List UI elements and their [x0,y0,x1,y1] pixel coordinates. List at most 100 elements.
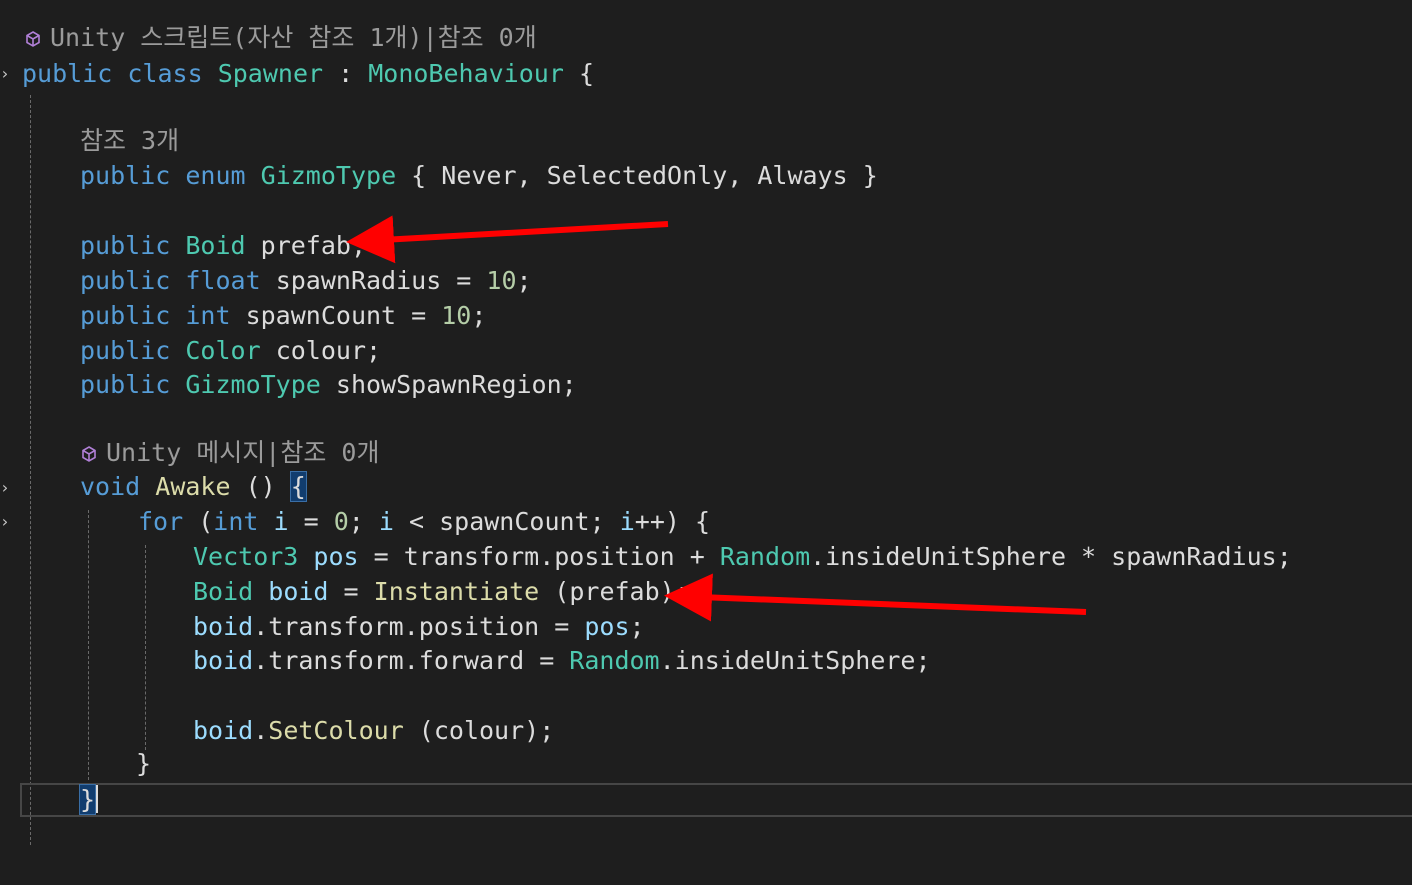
token-variable: boid [193,716,254,745]
token-variable: i [378,507,394,536]
token-variable: pos [313,542,359,571]
token-type: GizmoType [185,370,321,399]
token-plain: = transform.position + [358,542,720,571]
token-keyword: public [80,231,171,260]
token-keyword: public [80,370,171,399]
code-line-field-radius: public float spawnRadius = 10; [0,264,1412,298]
token-number: 10 [486,266,517,295]
token-plain: ++) { [634,507,711,536]
token-plain: .transform.position = [253,612,585,641]
token-plain: (colour); [403,716,555,745]
code-line-awake-decl: void Awake () { [0,470,1412,504]
token-plain: = [288,507,334,536]
token-keyword: for [138,507,184,536]
token-class-name: Spawner [217,59,324,88]
code-lens-class-text: Unity 스크립트(자산 참조 1개)|참조 0개 [50,23,537,52]
token-method: SetColour [268,716,404,745]
token-plain: spawnRadius = [260,266,487,295]
token-type: Color [185,336,261,365]
token-plain: .transform.forward = [253,646,570,675]
token-keyword: int [185,301,231,330]
token-method: Awake [155,472,231,501]
token-plain: = [328,577,374,606]
token-variable: i [619,507,635,536]
token-keyword: public [80,336,171,365]
unity-cube-icon [24,23,42,57]
code-line-close-awake: } [0,783,1412,817]
code-line-instantiate: Boid boid = Instantiate (prefab); [0,575,1412,609]
token-plain: : [323,59,369,88]
code-lens-enum-row: 참조 3개 [0,124,1412,158]
token-keyword: class [127,59,203,88]
token-type: Boid [193,577,254,606]
token-type: Random [569,646,660,675]
code-line-class-decl: public class Spawner : MonoBehaviour { [0,57,1412,91]
token-plain: < spawnCount; [393,507,620,536]
code-editor[interactable]: › › › Unity 스크립트(자산 참조 1개)|참조 0개 public … [0,0,1412,845]
token-type: Vector3 [193,542,299,571]
code-lens-class-row: Unity 스크립트(자산 참조 1개)|참조 0개 [0,21,1412,55]
token-keyword: public [80,301,171,330]
token-plain: colour; [260,336,382,365]
token-type: GizmoType [260,161,397,190]
unity-cube-icon [80,438,98,472]
token-variable: boid [193,612,254,641]
token-variable: i [273,507,289,536]
code-lens-awake[interactable]: Unity 메시지|참조 0개 [80,436,379,472]
code-line-pos: Vector3 pos = transform.position + Rando… [0,540,1412,574]
token-plain: () [230,472,291,501]
code-line-field-gizmo: public GizmoType showSpawnRegion; [0,368,1412,402]
token-plain: showSpawnRegion; [320,370,577,399]
token-type: Random [719,542,811,571]
token-number: 10 [441,301,472,330]
token-keyword: public [22,59,113,88]
token-number: 0 [333,507,349,536]
code-line-forward: boid.transform.forward = Random.insideUn… [0,644,1412,678]
token-plain: ( [183,507,214,536]
token-keyword: void [80,472,141,501]
token-variable: boid [193,646,254,675]
code-line-close-for: } [0,747,1412,781]
code-line-field-count: public int spawnCount = 10; [0,299,1412,333]
token-plain: } [136,749,152,778]
token-keyword: enum [185,161,246,190]
token-variable: pos [584,612,630,641]
token-plain: .insideUnitSphere; [659,646,931,675]
token-plain: { [563,59,594,88]
token-method: Instantiate [373,577,540,606]
token-keyword: int [213,507,259,536]
token-plain: prefab; [245,231,367,260]
code-line-field-prefab: public Boid prefab; [0,229,1412,263]
token-plain: ; [471,301,487,330]
token-plain: .insideUnitSphere * spawnRadius; [810,542,1292,571]
code-line-field-colour: public Color colour; [0,334,1412,368]
code-lens-enum[interactable]: 참조 3개 [80,124,179,158]
token-plain: { Never, SelectedOnly, Always } [396,161,878,190]
code-lens-awake-row: Unity 메시지|참조 0개 [0,436,1412,470]
code-line-position: boid.transform.position = pos; [0,610,1412,644]
code-line-setcolour: boid.SetColour (colour); [0,714,1412,748]
token-keyword: public [80,266,171,295]
token-plain: ; [516,266,532,295]
token-type: MonoBehaviour [368,59,564,88]
code-line-enum-decl: public enum GizmoType { Never, SelectedO… [0,159,1412,193]
text-cursor [96,785,99,813]
code-lens-class[interactable]: Unity 스크립트(자산 참조 1개)|참조 0개 [24,21,537,57]
token-plain: spawnCount = [230,301,442,330]
token-plain: ; [348,507,379,536]
code-line-for: for (int i = 0; i < spawnCount; i++) { [0,505,1412,539]
token-plain: . [253,716,269,745]
